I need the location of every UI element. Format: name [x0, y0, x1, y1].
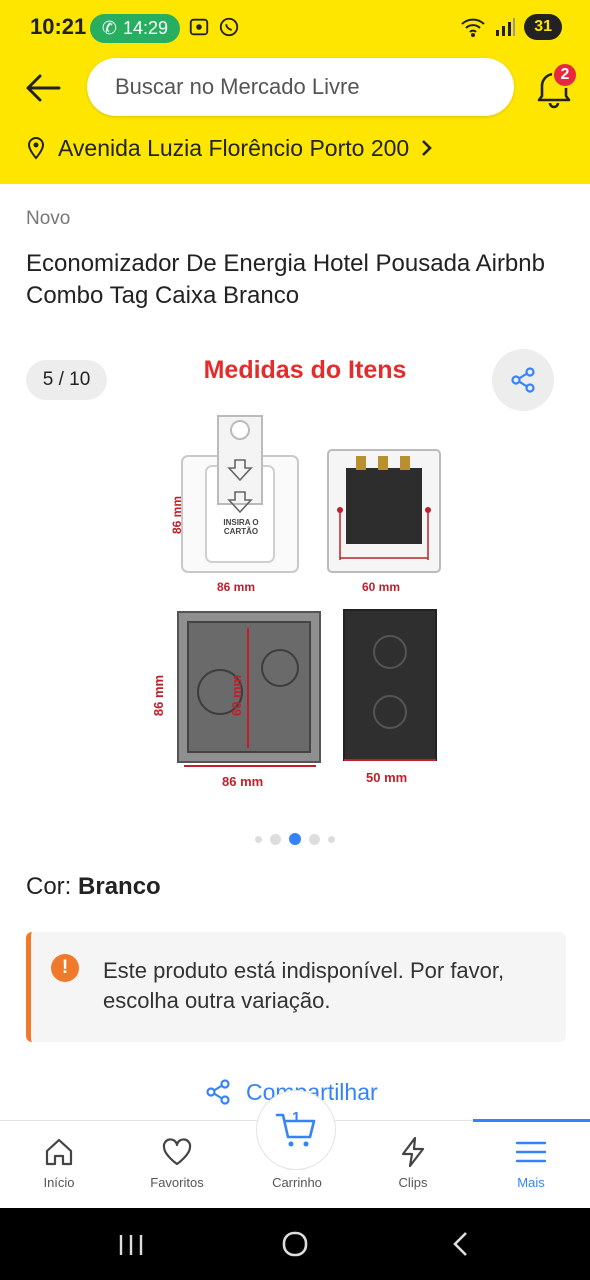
- battery-indicator: 31: [524, 14, 562, 40]
- nav-item-clips[interactable]: Clips: [354, 1121, 472, 1209]
- dim-box-inner: 60 mm: [229, 674, 245, 717]
- menu-icon: [515, 1141, 547, 1163]
- home-icon: [45, 1138, 73, 1166]
- dim-switch-width: 86 mm: [217, 580, 256, 594]
- system-navigation-bar: [0, 1208, 590, 1280]
- heart-icon: [162, 1138, 192, 1166]
- wifi-icon: [461, 18, 485, 37]
- signal-icon: [496, 18, 516, 36]
- image-counter: 5 / 10: [26, 360, 107, 400]
- app-header: 10:21 ✆ 14:29 31 Buscar no Mercado Livre…: [0, 0, 590, 184]
- share-icon: [206, 1079, 230, 1105]
- dim-box-width: 86 mm: [222, 774, 264, 789]
- unavailable-alert: ! Este produto está indisponível. Por fa…: [26, 932, 566, 1042]
- cart-label: Carrinho: [272, 1175, 322, 1190]
- cart-count: 1: [292, 1109, 301, 1126]
- product-title: Economizador De Energia Hotel Pousada Ai…: [26, 250, 545, 309]
- location-pin-icon: [27, 137, 45, 160]
- carousel-indicator: [0, 833, 590, 845]
- lightning-icon: [401, 1136, 425, 1168]
- carousel-dot[interactable]: [270, 833, 281, 845]
- key-switch-front-image: [181, 415, 299, 573]
- chevron-right-icon: [422, 140, 433, 156]
- clock: 10:21: [30, 14, 87, 39]
- dim-box-height: 86 mm: [151, 674, 167, 717]
- dim-switch-height: 86 mm: [170, 495, 185, 535]
- address-text: Avenida Luzia Florêncio Porto 200: [58, 134, 410, 161]
- image-title: Medidas do Itens: [203, 356, 407, 384]
- dim-back-width: 60 mm: [362, 580, 401, 594]
- dim-side-width: 50 mm: [366, 770, 408, 785]
- nav-item-carrinho[interactable]: 1: [256, 1090, 336, 1170]
- search-placeholder: Buscar no Mercado Livre: [115, 74, 360, 99]
- nav-item-mais[interactable]: Mais: [472, 1121, 590, 1209]
- card-text: INSIRA O CARTÃO: [223, 518, 259, 536]
- embed-box-side-image: [343, 609, 437, 761]
- nav-item-inicio[interactable]: Início: [0, 1121, 118, 1209]
- back-button[interactable]: [22, 68, 64, 108]
- warning-icon: !: [51, 954, 79, 982]
- product-condition: Novo: [26, 208, 71, 229]
- nav-item-favoritos[interactable]: Favoritos: [118, 1121, 236, 1209]
- notification-badge: 2: [552, 62, 578, 88]
- color-label: Cor:: [26, 873, 72, 900]
- delivery-address[interactable]: Avenida Luzia Florêncio Porto 200: [26, 130, 433, 166]
- share-button[interactable]: [492, 349, 554, 411]
- key-switch-back-image: [327, 449, 441, 573]
- alert-text: Este produto está indisponível. Por favo…: [103, 958, 505, 1013]
- screenshot-icon: [189, 18, 209, 36]
- call-time: 14:29: [123, 18, 169, 38]
- recent-apps-icon[interactable]: [118, 1232, 144, 1258]
- home-button-icon[interactable]: [281, 1230, 309, 1258]
- carousel-dot[interactable]: [289, 833, 301, 845]
- status-bar: 10:21 ✆ 14:29 31: [0, 0, 590, 56]
- carousel-dot[interactable]: [309, 833, 320, 845]
- whatsapp-icon: [219, 17, 239, 37]
- product-image[interactable]: Medidas do Itens INSIRA O CARTÃO 86 mm 8…: [140, 350, 460, 800]
- arrow-left-icon: [26, 74, 61, 102]
- call-indicator[interactable]: ✆ 14:29: [90, 14, 180, 43]
- back-nav-icon[interactable]: [450, 1230, 472, 1258]
- embed-box-image: [177, 611, 321, 767]
- color-selector: Cor: Branco: [26, 873, 161, 901]
- share-icon: [511, 367, 535, 393]
- carousel-dot[interactable]: [255, 835, 262, 843]
- phone-icon: ✆: [101, 18, 118, 38]
- search-input[interactable]: Buscar no Mercado Livre: [87, 58, 514, 116]
- color-value: Branco: [78, 873, 161, 900]
- carousel-dot[interactable]: [328, 835, 335, 843]
